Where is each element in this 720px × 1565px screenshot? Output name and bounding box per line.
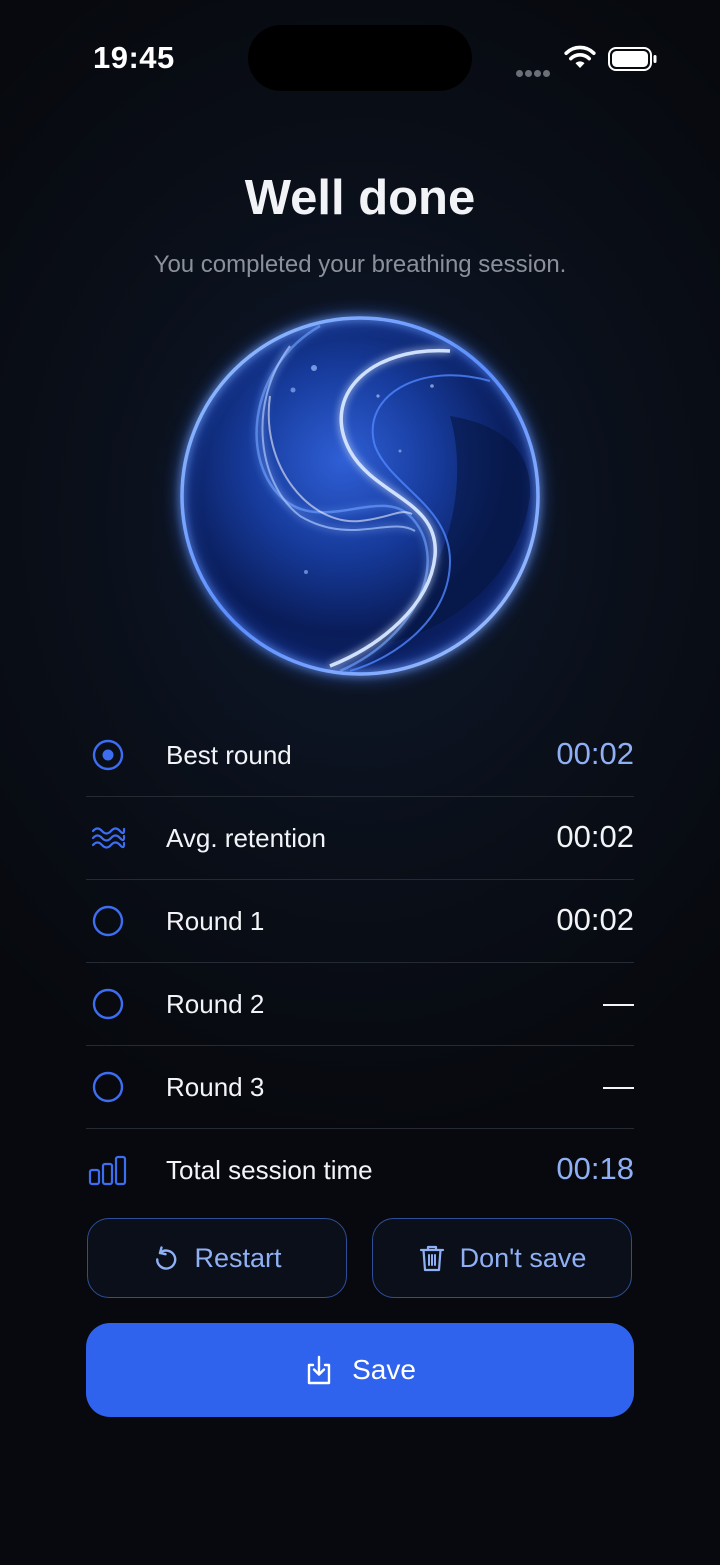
save-download-icon xyxy=(307,1355,331,1385)
stat-value: 00:02 xyxy=(556,819,634,854)
circle-icon xyxy=(92,1071,124,1103)
stat-label: Avg. retention xyxy=(166,823,326,853)
waves-icon xyxy=(91,827,126,849)
save-button[interactable]: Save xyxy=(86,1323,634,1417)
circle-icon xyxy=(92,905,124,937)
target-icon xyxy=(92,739,124,771)
stat-row-round-2: Round 2 — xyxy=(86,963,634,1046)
dont-save-label: Don't save xyxy=(459,1242,587,1273)
wifi-icon xyxy=(564,45,596,68)
status-indicators xyxy=(516,42,661,77)
status-time: 19:45 xyxy=(93,40,175,75)
stat-row-round-1: Round 1 00:02 xyxy=(86,880,634,963)
restart-button[interactable]: Restart xyxy=(87,1218,347,1298)
stat-row-total-session-time: Total session time 00:18 xyxy=(86,1129,634,1211)
stat-row-round-3: Round 3 — xyxy=(86,1046,634,1129)
stat-label: Round 2 xyxy=(166,989,265,1019)
page-subtitle: You completed your breathing session. xyxy=(153,251,567,278)
stat-value: 00:18 xyxy=(556,1151,634,1186)
page-title: Well done xyxy=(244,171,476,225)
dont-save-button[interactable]: Don't save xyxy=(372,1218,632,1298)
stat-value: 00:02 xyxy=(556,902,634,937)
battery-icon xyxy=(608,47,657,71)
save-label: Save xyxy=(352,1354,416,1385)
session-stats-list: Best round 00:02 Avg. retention 00:02 Ro… xyxy=(86,714,634,1211)
circle-icon xyxy=(92,988,124,1020)
cellular-signal-icon xyxy=(516,64,552,82)
restart-label: Restart xyxy=(194,1242,282,1273)
bar-chart-icon xyxy=(88,1155,127,1186)
stat-value: — xyxy=(603,1068,634,1103)
stat-value: 00:02 xyxy=(556,736,634,771)
stat-label: Best round xyxy=(166,740,292,770)
stat-label: Round 3 xyxy=(166,1072,265,1102)
stat-value: — xyxy=(603,985,634,1020)
trash-icon xyxy=(419,1245,444,1272)
stat-label: Total session time xyxy=(166,1155,373,1185)
stat-row-best-round: Best round 00:02 xyxy=(86,714,634,797)
dynamic-island xyxy=(248,25,472,91)
restart-icon xyxy=(156,1246,177,1270)
stat-label: Round 1 xyxy=(166,906,265,936)
stat-row-avg-retention: Avg. retention 00:02 xyxy=(86,797,634,880)
breathing-orb-illustration xyxy=(154,290,566,702)
